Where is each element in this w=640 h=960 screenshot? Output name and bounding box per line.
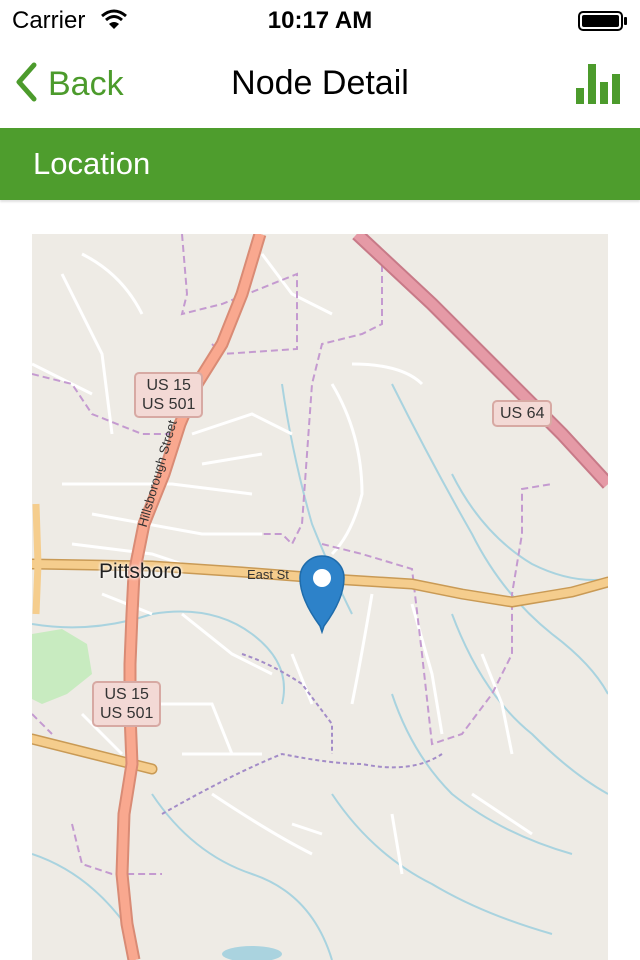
- shield-line: US 15: [146, 377, 191, 394]
- section-title: Location: [33, 146, 151, 181]
- shield-line: US 501: [142, 396, 196, 413]
- shield-line: US 64: [500, 405, 545, 422]
- route-shield: US 64: [492, 400, 553, 427]
- route-shield: US 15 US 501: [134, 372, 204, 418]
- town-label: Pittsboro: [99, 560, 182, 583]
- navigation-bar: Back Node Detail: [0, 40, 640, 128]
- back-label: Back: [48, 64, 124, 103]
- status-bar: Carrier 10:17 AM: [0, 0, 640, 40]
- section-header: Location: [0, 128, 640, 200]
- shield-line: US 15: [104, 686, 149, 703]
- chevron-left-icon: [14, 62, 38, 107]
- status-time: 10:17 AM: [267, 7, 373, 34]
- battery-icon: [578, 11, 628, 36]
- route-shield: US 15 US 501: [92, 681, 162, 727]
- location-map[interactable]: US 15 US 501 US 64 US 15 US 501 Pittsbor…: [32, 234, 608, 960]
- bar-chart-icon: [576, 64, 622, 108]
- shield-line: US 501: [100, 705, 154, 722]
- chart-button[interactable]: [576, 60, 622, 109]
- street-label: East St: [247, 567, 289, 582]
- back-button[interactable]: Back: [14, 60, 124, 108]
